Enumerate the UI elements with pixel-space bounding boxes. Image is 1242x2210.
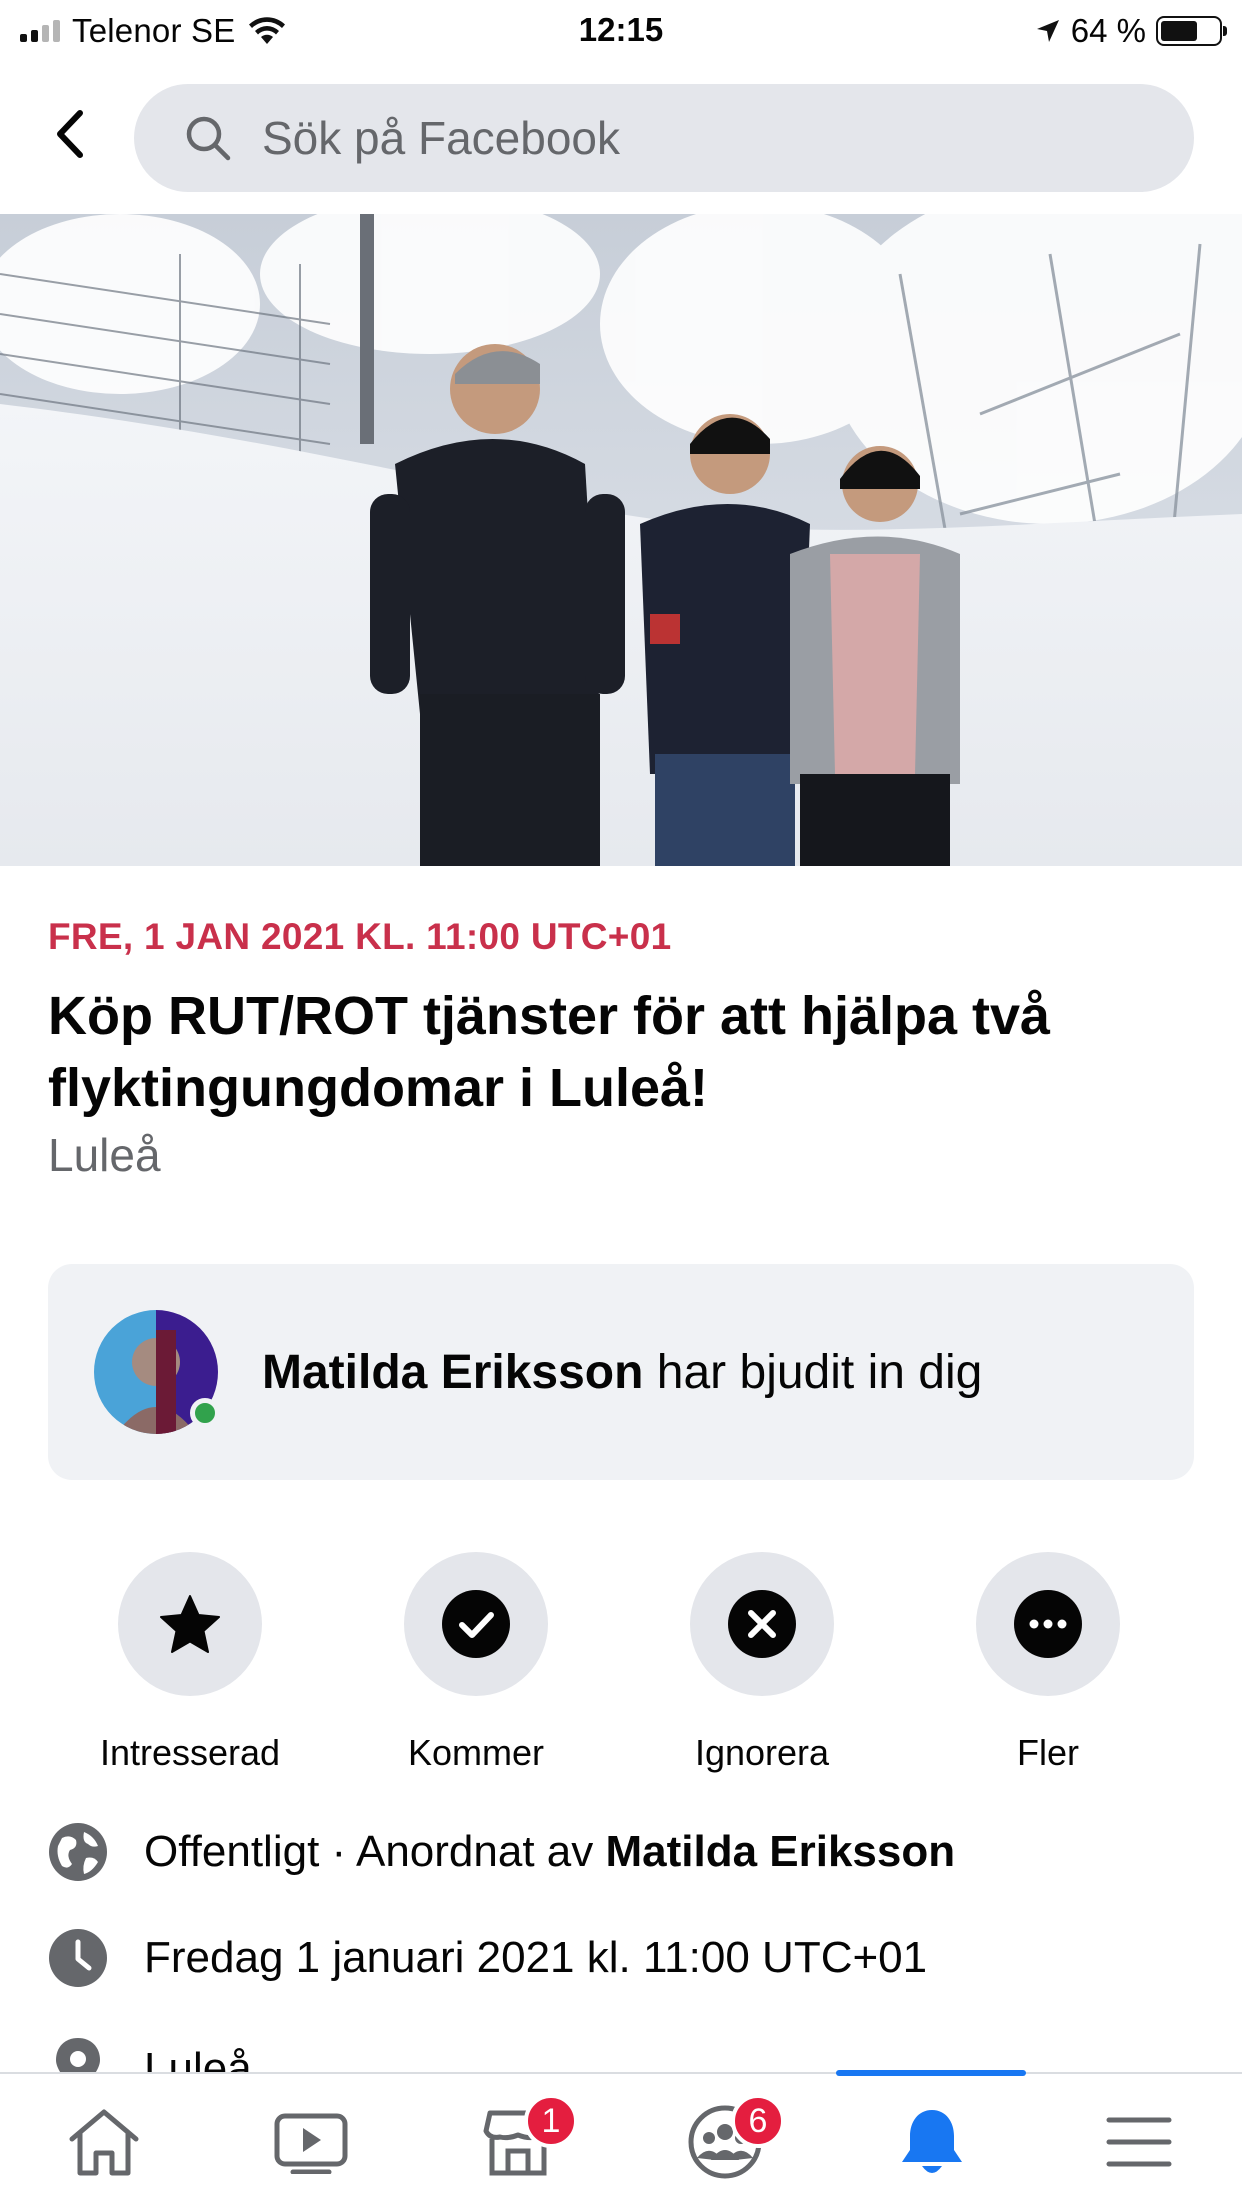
event-location[interactable]: Luleå xyxy=(48,1128,161,1182)
search-header: Sök på Facebook xyxy=(0,62,1242,214)
online-status-dot xyxy=(190,1398,220,1428)
avatar[interactable] xyxy=(94,1310,220,1434)
invite-message: Matilda Eriksson har bjudit in dig xyxy=(262,1345,982,1400)
invite-text: har bjudit in dig xyxy=(643,1345,983,1399)
close-icon xyxy=(728,1590,796,1658)
more-button[interactable]: Fler xyxy=(928,1552,1168,1774)
cover-image xyxy=(0,214,1242,866)
hamburger-menu-icon xyxy=(1106,2117,1171,2167)
location-row[interactable]: Luleå xyxy=(48,2034,252,2074)
more-circle[interactable] xyxy=(976,1552,1120,1696)
organizer-name[interactable]: Matilda Eriksson xyxy=(605,1827,955,1876)
home-icon xyxy=(69,2109,138,2176)
tab-marketplace[interactable]: 1 xyxy=(414,2074,621,2210)
detail-location: Luleå xyxy=(144,2044,252,2074)
inviter-name[interactable]: Matilda Eriksson xyxy=(262,1346,643,1399)
groups-badge: 6 xyxy=(731,2094,785,2148)
globe-icon xyxy=(49,1823,107,1881)
search-placeholder: Sök på Facebook xyxy=(262,112,621,164)
check-icon xyxy=(442,1590,510,1658)
search-icon xyxy=(186,116,231,161)
ignore-button[interactable]: Ignorera xyxy=(642,1552,882,1774)
location-pin-icon xyxy=(56,2038,100,2074)
back-button[interactable] xyxy=(40,104,100,164)
going-label: Kommer xyxy=(407,1732,545,1773)
marketplace-badge: 1 xyxy=(524,2094,578,2148)
datetime-row: Fredag 1 januari 2021 kl. 11:00 UTC+01 xyxy=(48,1928,927,1988)
tab-notifications[interactable] xyxy=(828,2074,1035,2210)
privacy-text: Offentligt · Anordnat av Matilda Eriksso… xyxy=(144,1827,955,1877)
battery-icon xyxy=(1156,16,1227,46)
battery-percent: 64 % xyxy=(1070,12,1146,49)
event-cover-photo[interactable] xyxy=(0,214,1242,866)
privacy-row: Offentligt · Anordnat av Matilda Eriksso… xyxy=(48,1822,955,1882)
interested-button[interactable]: Intresserad xyxy=(70,1552,310,1774)
star-icon xyxy=(160,1595,220,1653)
going-button[interactable]: Kommer xyxy=(356,1552,596,1774)
interested-label: Intresserad xyxy=(99,1732,281,1773)
status-bar: Telenor SE 12:15 64 % xyxy=(0,0,1242,62)
rsvp-actions: Intresserad Kommer Ignorera Fler xyxy=(0,1552,1242,1774)
tab-menu[interactable] xyxy=(1035,2074,1242,2210)
interested-circle[interactable] xyxy=(118,1552,262,1696)
event-datetime: Fredag 1 januari 2021 kl. 11:00 UTC+01 xyxy=(144,1933,928,1982)
chevron-left-icon xyxy=(57,110,83,158)
tab-groups[interactable]: 6 xyxy=(621,2074,828,2210)
more-label: Fler xyxy=(1017,1732,1079,1773)
event-date: FRE, 1 JAN 2021 KL. 11:00 UTC+01 xyxy=(48,916,672,957)
search-input[interactable]: Sök på Facebook xyxy=(134,84,1194,192)
privacy-label: Offentligt · Anordnat av xyxy=(144,1827,606,1876)
tab-watch[interactable] xyxy=(207,2074,414,2210)
location-arrow-icon xyxy=(1036,20,1059,42)
invite-card[interactable]: Matilda Eriksson har bjudit in dig xyxy=(48,1264,1194,1480)
video-icon xyxy=(274,2113,347,2174)
more-icon xyxy=(1014,1590,1082,1658)
going-circle[interactable] xyxy=(404,1552,548,1696)
ignore-label: Ignorera xyxy=(694,1732,830,1773)
clock-icon xyxy=(49,1929,107,1987)
event-title: Köp RUT/ROT tjänster för att hjälpa två … xyxy=(48,986,1051,1118)
tab-home[interactable] xyxy=(0,2074,207,2210)
bottom-tab-bar: 1 6 xyxy=(0,2070,1242,2210)
ignore-circle[interactable] xyxy=(690,1552,834,1696)
bell-icon xyxy=(901,2110,962,2173)
